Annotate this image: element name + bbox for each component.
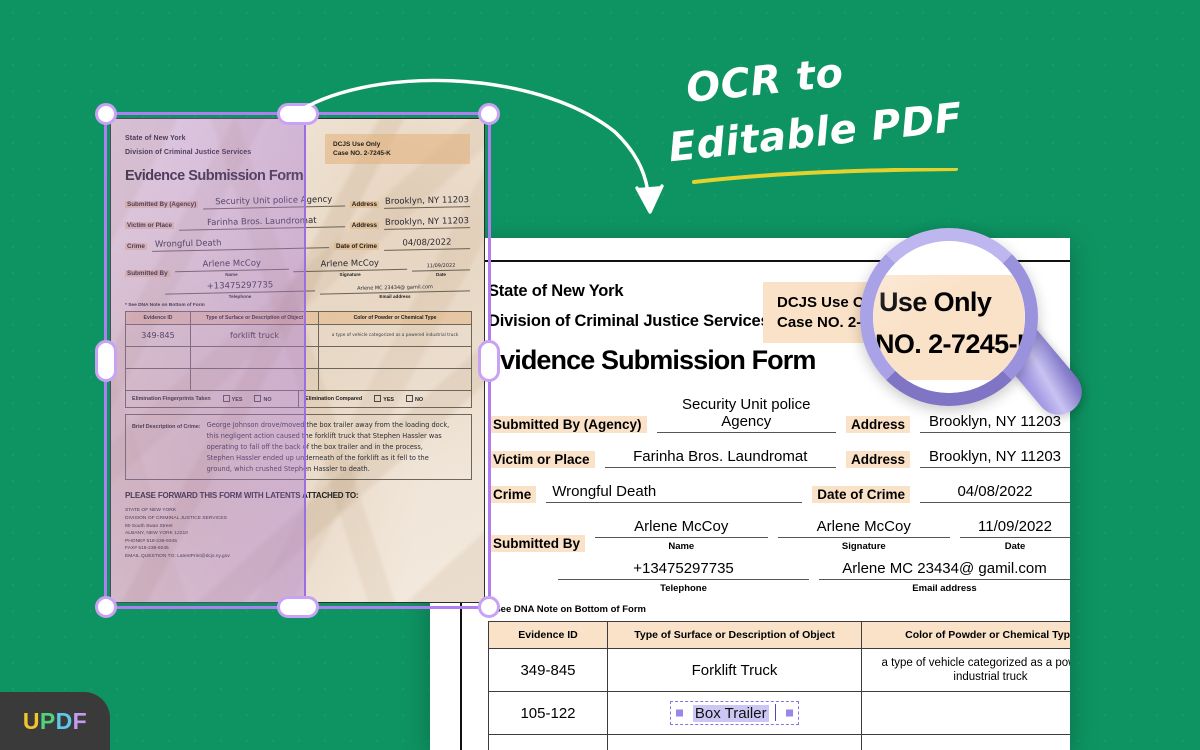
lens-text-line-1: Use Only	[879, 287, 992, 317]
caption-date: Date	[1004, 541, 1026, 552]
th-description: Type of Surface or Description of Object	[607, 621, 862, 649]
headline-line-1: OCR to	[684, 49, 846, 113]
row-contact: +13475297735 Telephone Arlene MC 23434@ …	[488, 560, 1070, 594]
handle-middle-right[interactable]	[478, 339, 500, 382]
dna-note: * See DNA Note on Bottom of Form	[488, 604, 646, 615]
cell-evidence-id[interactable]	[488, 734, 608, 750]
caption-email: Email address	[912, 583, 977, 594]
text-caret	[774, 704, 777, 721]
edit-box-text[interactable]: Box Trailer	[692, 705, 769, 722]
logo-letter-u: U	[22, 707, 40, 734]
value-date-of-crime[interactable]: 04/08/2022	[920, 483, 1070, 503]
magnifier[interactable]: Use Only NO. 2-7245-K	[860, 228, 1092, 428]
cell-description[interactable]	[607, 734, 862, 750]
row-submitted-by: Submitted By Arlene McCoy Name Arlene Mc…	[488, 518, 1070, 552]
label-crime: Crime	[488, 486, 537, 503]
row-crime: Crime Wrongful Death Date of Crime 04/08…	[488, 483, 1070, 503]
label-agency: Submitted By (Agency)	[488, 416, 647, 433]
cell-color[interactable]	[861, 691, 1070, 735]
handle-top-left[interactable]	[95, 103, 117, 125]
label-submitted-by: Submitted By	[488, 535, 586, 552]
handle-bottom-left[interactable]	[95, 596, 117, 618]
caption-name: Name	[668, 541, 695, 552]
evidence-table: Evidence ID Type of Surface or Descripti…	[488, 621, 1070, 750]
cell-color[interactable]	[861, 734, 1070, 750]
inline-text-edit-box[interactable]: Box Trailer	[669, 701, 800, 725]
th-color: Color of Powder or Chemical Type	[861, 621, 1070, 649]
curved-arrow-icon	[291, 78, 664, 214]
table-row: 105-122 Box Trailer	[488, 691, 1070, 735]
logo-letter-p: P	[39, 707, 56, 734]
logo-letter-f: F	[72, 707, 88, 734]
value-email[interactable]: Arlene MC 23434@ gamil.com	[819, 560, 1070, 580]
handle-middle-left[interactable]	[95, 339, 117, 382]
value-telephone[interactable]: +13475297735	[558, 560, 809, 580]
cell-description-editing[interactable]: Box Trailer	[607, 691, 862, 735]
updf-logo[interactable]: UPDF	[0, 692, 110, 750]
cell-description[interactable]: Forklift Truck	[607, 648, 862, 692]
value-signature[interactable]: Arlene McCoy	[777, 518, 951, 538]
value-name[interactable]: Arlene McCoy	[595, 518, 768, 538]
logo-letter-d: D	[55, 707, 73, 734]
label-date-of-crime: Date of Crime	[812, 486, 910, 503]
caption-signature: Signature	[841, 541, 886, 552]
th-evidence-id: Evidence ID	[488, 621, 608, 649]
magnifier-ring[interactable]: Use Only NO. 2-7245-K	[860, 228, 1038, 406]
headline-underline	[692, 168, 958, 184]
edit-handle-right[interactable]	[786, 709, 794, 717]
caption-telephone: Telephone	[660, 583, 707, 594]
headline-line-2: Editable PDF	[666, 94, 965, 172]
cell-evidence-id[interactable]: 105-122	[488, 691, 608, 735]
value-crime[interactable]: Wrongful Death	[546, 483, 803, 503]
cell-evidence-id[interactable]: 349-845	[488, 648, 608, 692]
row-victim: Victim or Place Farinha Bros. Laundromat…	[488, 448, 1070, 468]
edit-handle-left[interactable]	[675, 709, 683, 717]
value-address-2[interactable]: Brooklyn, NY 11203	[920, 448, 1070, 468]
table-header-row: Evidence ID Type of Surface or Descripti…	[488, 621, 1070, 649]
handle-bottom-right[interactable]	[478, 596, 500, 618]
handle-bottom-center[interactable]	[276, 596, 319, 618]
label-victim: Victim or Place	[488, 451, 595, 468]
table-row	[488, 734, 1070, 750]
value-victim[interactable]: Farinha Bros. Laundromat	[604, 448, 836, 468]
value-agency[interactable]: Security Unit police Agency	[656, 396, 836, 433]
lens-text-line-2: NO. 2-7245-K	[875, 329, 1025, 359]
value-date[interactable]: 11/09/2022	[960, 518, 1070, 538]
label-address-2: Address	[845, 451, 910, 468]
table-row: 349-845 Forklift Truck a type of vehicle…	[488, 648, 1070, 692]
magnifier-lens: Use Only NO. 2-7245-K	[873, 241, 1025, 393]
cell-color[interactable]: a type of vehicle categorized as a power…	[861, 648, 1070, 692]
